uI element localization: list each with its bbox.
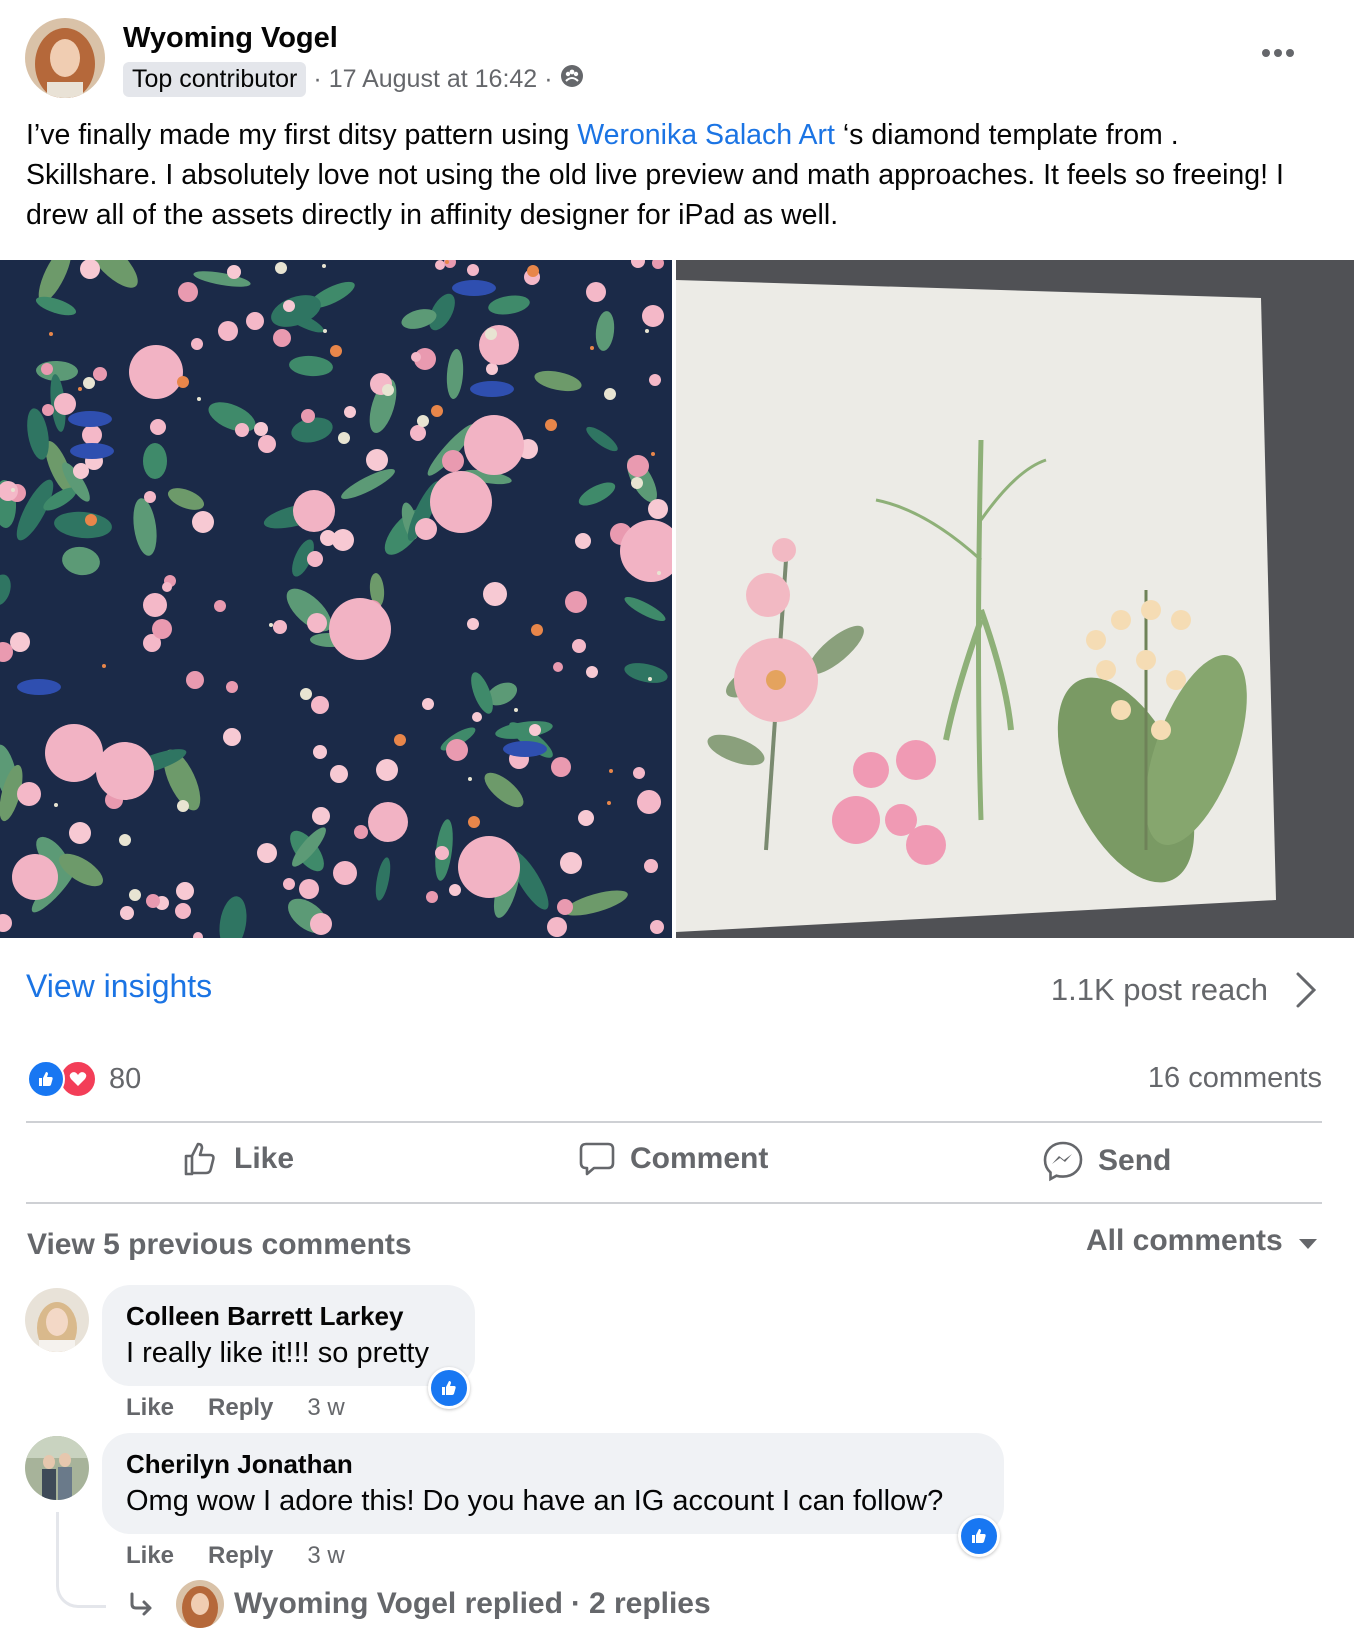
reply-count: 2 replies bbox=[588, 1587, 711, 1620]
send-button[interactable]: Send bbox=[1042, 1140, 1171, 1182]
caret-down-icon bbox=[1298, 1239, 1317, 1249]
comment-icon bbox=[579, 1142, 615, 1176]
reply-arrow-icon bbox=[130, 1592, 152, 1616]
comment-time[interactable]: 3 w bbox=[307, 1394, 344, 1422]
top-contributor-badge[interactable]: Top contributor bbox=[123, 62, 307, 97]
comment-like-button[interactable]: Like bbox=[126, 1542, 174, 1570]
comment-label: Comment bbox=[630, 1142, 769, 1175]
view-insights-link[interactable]: View insights bbox=[26, 968, 212, 1005]
post-reach[interactable]: 1.1K post reach bbox=[1051, 972, 1268, 1008]
messenger-icon bbox=[1043, 1141, 1083, 1182]
post-image-sketches[interactable] bbox=[676, 260, 1354, 938]
mention-link[interactable]: Weronika Salach Art bbox=[577, 119, 835, 151]
post-body: I’ve finally made my first ditsy pattern… bbox=[26, 115, 1316, 235]
author-avatar[interactable] bbox=[25, 18, 105, 98]
reply-author-text: Wyoming Vogel replied bbox=[234, 1587, 563, 1620]
group-audience-icon bbox=[560, 64, 584, 95]
comment-like-button[interactable]: Like bbox=[126, 1394, 174, 1422]
reaction-count: 80 bbox=[109, 1062, 142, 1095]
comment-filter-dropdown[interactable]: All comments bbox=[1086, 1224, 1317, 1258]
thumbs-up-icon bbox=[184, 1142, 215, 1176]
reply-author-avatar bbox=[176, 1580, 224, 1628]
comment-reply-button[interactable]: Reply bbox=[208, 1394, 273, 1422]
commenter-name[interactable]: Cherilyn Jonathan bbox=[126, 1447, 980, 1481]
commenter-avatar[interactable] bbox=[25, 1436, 89, 1500]
send-label: Send bbox=[1098, 1144, 1172, 1177]
post-timestamp[interactable]: 17 August at 16:42 bbox=[329, 65, 538, 94]
comment-time[interactable]: 3 w bbox=[307, 1542, 344, 1570]
comment-bubble: Colleen Barrett Larkey I really like it!… bbox=[102, 1285, 475, 1386]
comment-reply-button[interactable]: Reply bbox=[208, 1542, 273, 1570]
commenter-name[interactable]: Colleen Barrett Larkey bbox=[126, 1299, 451, 1333]
like-reaction-icon bbox=[27, 1060, 65, 1098]
author-name[interactable]: Wyoming Vogel bbox=[123, 22, 338, 55]
comment-bubble: Cherilyn Jonathan Omg wow I adore this! … bbox=[102, 1433, 1004, 1534]
commenter-avatar[interactable] bbox=[25, 1288, 89, 1352]
post-meta: Top contributor · 17 August at 16:42 · bbox=[123, 62, 584, 97]
comment-text: Omg wow I adore this! Do you have an IG … bbox=[126, 1485, 944, 1517]
reply-separator: · bbox=[570, 1587, 581, 1620]
comment-filter-label: All comments bbox=[1086, 1224, 1283, 1257]
like-reaction-icon[interactable] bbox=[958, 1515, 1000, 1557]
comment-actions: Like Reply 3 w bbox=[126, 1394, 345, 1422]
divider bbox=[26, 1202, 1322, 1204]
post-image-pattern[interactable] bbox=[0, 260, 672, 938]
comment-count[interactable]: 16 comments bbox=[1148, 1062, 1322, 1095]
more-options-icon[interactable] bbox=[1250, 38, 1306, 68]
divider bbox=[26, 1121, 1322, 1123]
meta-separator: · bbox=[313, 65, 322, 93]
like-reaction-icon[interactable] bbox=[428, 1367, 470, 1409]
like-label: Like bbox=[234, 1142, 295, 1175]
post-text-part: I’ve finally made my first ditsy pattern… bbox=[26, 119, 578, 151]
like-button[interactable]: Like bbox=[182, 1140, 294, 1178]
comment-text: I really like it!!! so pretty bbox=[126, 1337, 429, 1369]
replies-summary[interactable]: Wyoming Vogel replied · 2 replies bbox=[128, 1580, 711, 1628]
chevron-right-icon[interactable] bbox=[1290, 970, 1320, 1010]
meta-separator: · bbox=[544, 65, 553, 93]
comment-button[interactable]: Comment bbox=[578, 1140, 768, 1178]
view-previous-comments[interactable]: View 5 previous comments bbox=[27, 1228, 412, 1262]
comment-actions: Like Reply 3 w bbox=[126, 1542, 345, 1570]
thread-connector bbox=[56, 1512, 106, 1608]
reactions-summary[interactable]: 80 bbox=[27, 1060, 141, 1098]
